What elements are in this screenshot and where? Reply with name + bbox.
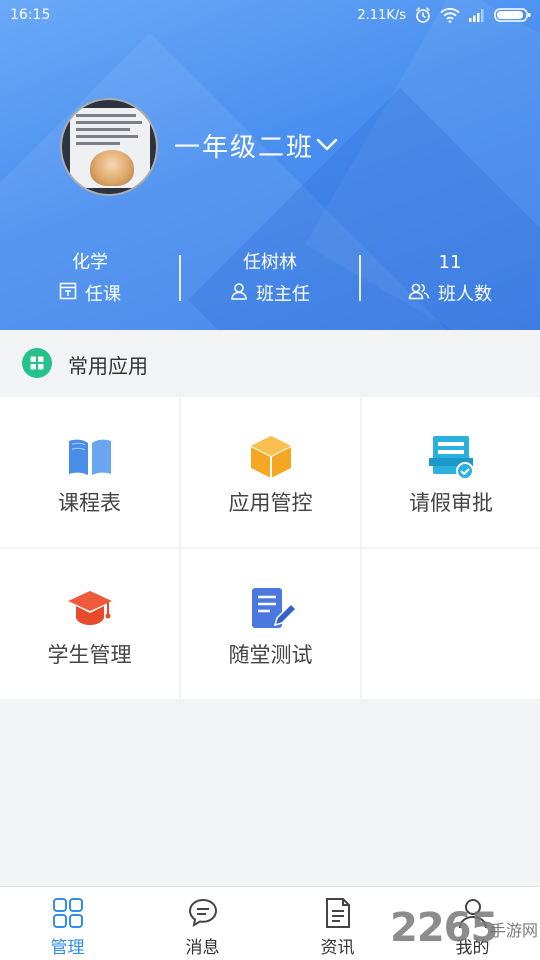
stat-class-size-label: 班人数: [438, 284, 492, 305]
app-classroom-quiz[interactable]: 随堂测试: [181, 549, 360, 699]
status-time: 16:15: [10, 7, 51, 23]
course-icon: [59, 282, 77, 305]
stat-class-size-value: 11: [438, 252, 462, 273]
watermark-logo: 2265 手游网: [390, 905, 540, 955]
battery-icon: [494, 7, 532, 23]
approval-icon: [427, 433, 475, 481]
stat-course: 化学 任课: [0, 250, 180, 306]
grid-icon: [52, 897, 84, 929]
app-control[interactable]: 应用管控: [181, 397, 360, 547]
app-empty-slot: [362, 549, 540, 699]
alarm-icon: [414, 6, 432, 24]
app-label: 课程表: [58, 491, 121, 515]
app-student-management[interactable]: 学生管理: [0, 549, 179, 699]
avatar[interactable]: [60, 98, 158, 196]
nav-news[interactable]: 资讯: [270, 887, 405, 960]
stat-head-teacher: 任树林 班主任: [180, 250, 360, 306]
watermark-number: 2265: [390, 905, 498, 951]
person-icon: [230, 282, 248, 305]
nav-label: 消息: [185, 938, 220, 958]
stat-class-size: 11 班人数: [360, 250, 540, 306]
people-icon: [408, 282, 430, 305]
graduation-cap-icon: [66, 585, 114, 633]
nav-label: 管理: [50, 938, 85, 958]
watermark-text: 手游网: [490, 921, 539, 940]
class-selector[interactable]: 一年级二班: [174, 127, 314, 164]
stat-head-teacher-label: 班主任: [256, 284, 310, 305]
status-bar: 16:15 2.11K/s: [0, 0, 540, 30]
stat-course-label: 任课: [85, 284, 121, 305]
section-title: 常用应用: [68, 354, 148, 378]
apps-grid: 课程表 应用管控 请假审批 学生管理 随堂测试: [0, 397, 540, 699]
apps-grid-icon: [22, 348, 52, 378]
nav-label: 资讯: [320, 938, 355, 958]
nav-messages[interactable]: 消息: [135, 887, 270, 960]
edit-doc-icon: [247, 585, 297, 633]
wifi-icon: [440, 7, 460, 23]
app-label: 应用管控: [228, 491, 313, 515]
book-icon: [66, 433, 114, 481]
box-icon: [247, 433, 295, 481]
network-speed: 2.11K/s: [357, 7, 406, 23]
stat-course-value: 化学: [72, 252, 108, 273]
app-leave-approval[interactable]: 请假审批: [362, 397, 540, 547]
chevron-down-icon[interactable]: [316, 137, 338, 156]
app-label: 请假审批: [409, 491, 493, 515]
stat-head-teacher-value: 任树林: [243, 252, 297, 273]
app-label: 随堂测试: [228, 643, 313, 667]
app-label: 学生管理: [47, 643, 132, 667]
nav-manage[interactable]: 管理: [0, 887, 135, 960]
chat-icon: [187, 897, 219, 929]
signal-icon: [468, 8, 486, 22]
document-icon: [322, 897, 354, 929]
app-course-schedule[interactable]: 课程表: [0, 397, 179, 547]
